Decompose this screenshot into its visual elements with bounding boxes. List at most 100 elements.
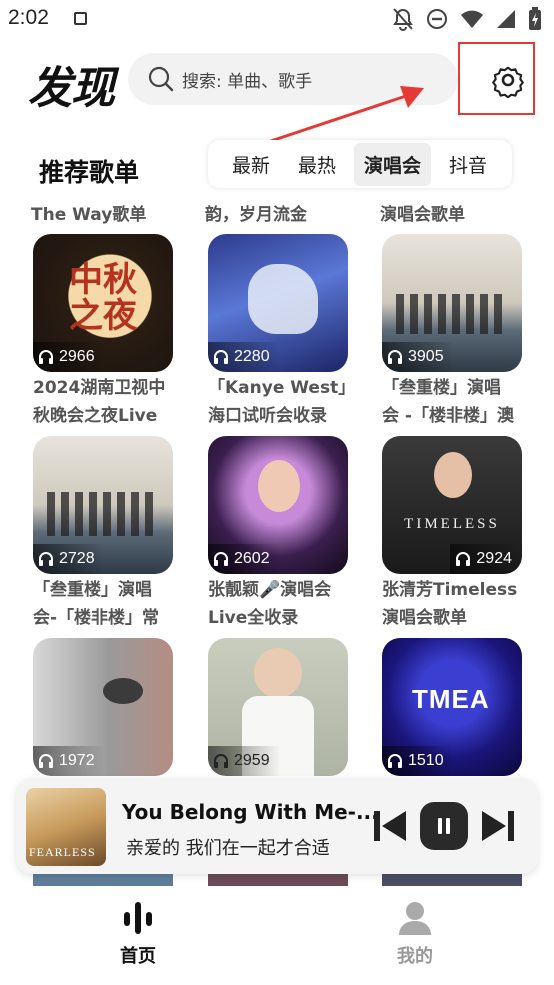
group-figures xyxy=(47,492,159,536)
playlist-card[interactable]: 2728 「叁重楼」演唱 会-「楼非楼」常 xyxy=(33,436,173,632)
now-playing-lyric: 亲爱的 我们在一起才合适 xyxy=(126,838,330,859)
next-button[interactable] xyxy=(478,806,518,846)
playlist-card[interactable]: TIMELESS 2924 张清芳Timeless 演唱会歌单 xyxy=(382,436,522,632)
headphones-icon xyxy=(214,350,228,364)
playlist-card[interactable]: 2959 xyxy=(208,638,348,776)
nav-mine[interactable]: 我的 xyxy=(375,900,455,968)
pause-button[interactable] xyxy=(420,802,468,850)
tab-douyin[interactable]: 抖音 xyxy=(439,143,497,186)
playlist-title[interactable]: 张靓颖🎤演唱会 Live全收录 xyxy=(208,576,368,632)
headphones-icon xyxy=(456,552,471,566)
battery-icon xyxy=(529,7,541,30)
wifi-icon xyxy=(461,10,483,28)
status-bar: 2:02 xyxy=(0,0,554,40)
playlist-card[interactable]: 2602 张靓颖🎤演唱会 Live全收录 xyxy=(208,436,348,632)
playlist-cover[interactable]: 3905 xyxy=(382,234,522,372)
play-count-value: 2959 xyxy=(234,752,270,769)
tab-latest[interactable]: 最新 xyxy=(222,143,280,186)
tab-concert[interactable]: 演唱会 xyxy=(354,142,432,186)
playlist-cover[interactable]: TIMELESS 2924 xyxy=(382,436,522,574)
play-count-value: 1510 xyxy=(408,752,444,769)
headphones-icon xyxy=(39,350,53,364)
playlist-cover[interactable]: TMEA 1510 xyxy=(382,638,522,776)
headphones-icon xyxy=(388,350,402,364)
play-count: 2966 xyxy=(33,342,105,372)
eye-detail xyxy=(103,678,143,704)
play-count: 2959 xyxy=(208,746,280,776)
nav-mine-label: 我的 xyxy=(397,946,433,967)
playlist-cover[interactable]: 2728 xyxy=(33,436,173,574)
sound-wave-icon xyxy=(124,902,152,934)
signal-icon xyxy=(497,10,515,28)
notification-square-icon xyxy=(74,12,87,25)
playlist-title[interactable]: 「叁重楼」演唱 会 -「楼非楼」澳 xyxy=(382,374,542,430)
play-count: 2280 xyxy=(208,342,280,372)
playlist-title[interactable]: The Way歌单 xyxy=(31,200,146,225)
playlist-cover[interactable]: 2280 xyxy=(208,234,348,372)
next-row-peek xyxy=(0,874,554,886)
playlist-cover[interactable]: 中秋之夜 2966 xyxy=(33,234,173,372)
playlist-title[interactable]: 「Kanye West」 海口试听会收录 xyxy=(208,374,368,430)
previous-row-captions: The Way歌单 韵，岁月流金 演唱会歌单 xyxy=(0,200,554,228)
play-count-value: 2602 xyxy=(234,550,270,567)
play-count: 2728 xyxy=(33,544,105,574)
play-count-value: 2280 xyxy=(234,348,270,365)
tab-hottest[interactable]: 最热 xyxy=(288,143,346,186)
skip-next-icon xyxy=(482,811,514,841)
nav-home[interactable]: 首页 xyxy=(98,900,178,968)
album-art-text: FEARLESS xyxy=(29,845,96,859)
headphones-icon xyxy=(39,552,53,566)
playlist-cover[interactable]: 1972 xyxy=(33,638,173,776)
headphones-icon xyxy=(214,754,228,768)
now-playing-title: You Belong With Me-... xyxy=(122,800,379,824)
cover-text: TIMELESS xyxy=(404,516,500,532)
playlist-title[interactable]: 「叁重楼」演唱 会-「楼非楼」常 xyxy=(33,576,193,632)
play-count-value: 2728 xyxy=(59,550,95,567)
playlist-card[interactable]: 3905 「叁重楼」演唱 会 -「楼非楼」澳 xyxy=(382,234,522,430)
page-title: 发现 xyxy=(28,63,115,114)
playlist-card[interactable]: TMEA 1510 xyxy=(382,638,522,776)
skip-previous-icon xyxy=(374,811,406,841)
dnd-icon xyxy=(427,9,447,29)
play-count: 3905 xyxy=(382,342,454,372)
playlist-title[interactable]: 韵，岁月流金 xyxy=(205,200,307,225)
status-time: 2:02 xyxy=(8,6,49,29)
search-icon xyxy=(148,66,174,92)
performer-figure xyxy=(248,264,318,334)
playlist-cover[interactable]: 2959 xyxy=(208,638,348,776)
playlist-card[interactable]: 中秋之夜 2966 2024湖南卫视中 秋晚会之夜Live xyxy=(33,234,173,430)
annotation-highlight-box xyxy=(458,42,535,115)
headphones-icon xyxy=(388,754,402,768)
playlist-title[interactable]: 2024湖南卫视中 秋晚会之夜Live xyxy=(33,374,193,430)
pause-icon xyxy=(438,818,450,834)
cover-text: TMEA xyxy=(412,684,490,714)
category-tabs: 最新 最热 演唱会 抖音 xyxy=(208,140,512,188)
previous-button[interactable] xyxy=(370,806,410,846)
play-count-value: 1972 xyxy=(59,752,95,769)
play-count-value: 3905 xyxy=(408,348,444,365)
headphones-icon xyxy=(39,754,53,768)
performer-figure xyxy=(254,648,302,698)
section-title: 推荐歌单 xyxy=(39,158,140,187)
playlist-title[interactable]: 演唱会歌单 xyxy=(380,200,465,225)
performer-figure xyxy=(258,460,300,512)
player-album-art[interactable]: FEARLESS xyxy=(26,788,106,866)
play-count: 2924 xyxy=(450,544,522,574)
bottom-navigation: 首页 我的 xyxy=(0,886,554,985)
playlist-cover[interactable]: 2602 xyxy=(208,436,348,574)
mini-player[interactable]: FEARLESS You Belong With Me-... 亲爱的 我们在一… xyxy=(16,778,538,874)
play-count: 2602 xyxy=(208,544,280,574)
playlist-card[interactable]: 1972 xyxy=(33,638,173,776)
play-count: 1972 xyxy=(33,746,105,776)
headphones-icon xyxy=(214,552,228,566)
status-icons xyxy=(392,6,542,32)
performer-figure xyxy=(434,452,472,498)
play-count: 1510 xyxy=(382,746,454,776)
play-count-value: 2966 xyxy=(59,348,95,365)
nav-home-label: 首页 xyxy=(120,946,156,967)
playlist-card[interactable]: 2280 「Kanye West」 海口试听会收录 xyxy=(208,234,355,430)
playlist-title[interactable]: 张清芳Timeless 演唱会歌单 xyxy=(382,576,542,632)
person-icon xyxy=(399,902,431,935)
play-count-value: 2924 xyxy=(476,550,512,567)
cover-text: 中秋之夜 xyxy=(69,260,137,336)
